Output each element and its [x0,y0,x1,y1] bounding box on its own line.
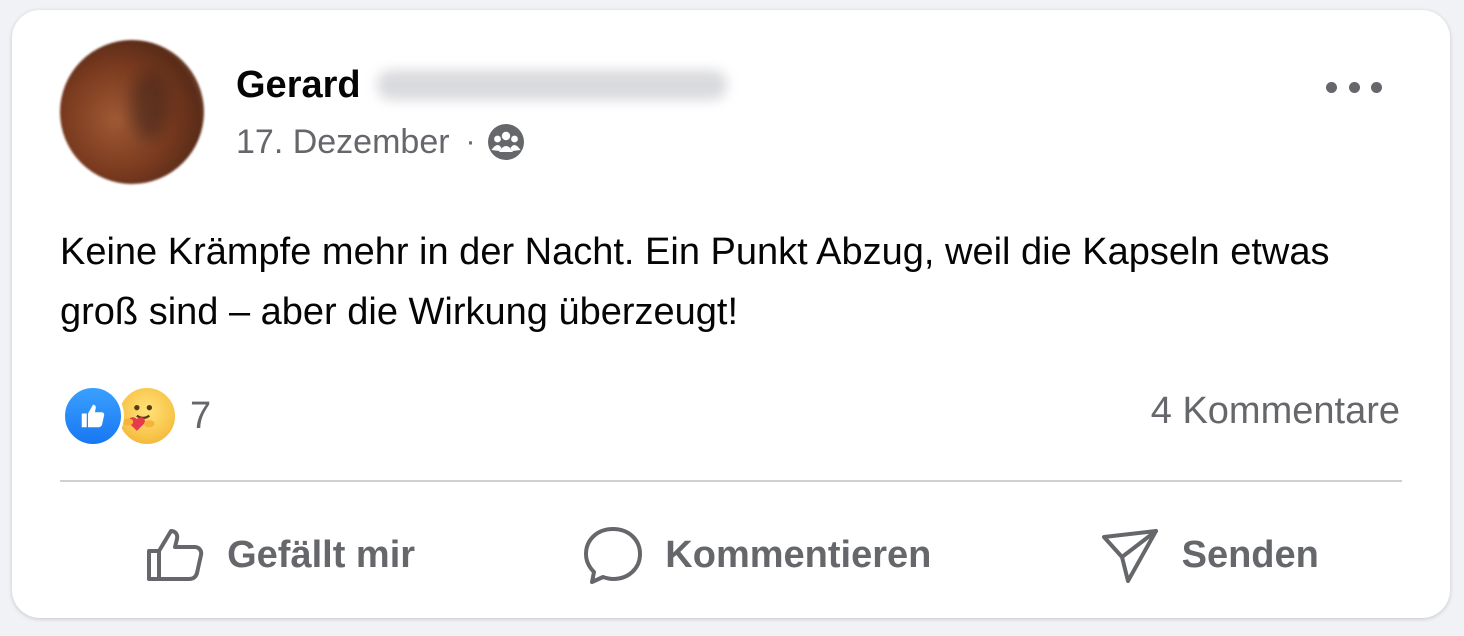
like-reaction-icon [62,385,124,447]
send-button-label: Senden [1181,533,1319,576]
send-button[interactable]: Senden [1078,515,1339,595]
author-name[interactable]: Gerard [236,64,361,107]
reaction-count: 7 [190,394,212,437]
thumbs-up-icon [147,529,204,581]
post-meta: 17. Dezember · [236,118,526,166]
meta-separator: · [465,125,476,158]
more-dot [1371,81,1382,93]
comment-button[interactable]: Kommentieren [561,515,951,595]
like-button[interactable]: Gefällt mir [123,515,435,595]
comment-button-label: Kommentieren [665,533,932,576]
friends-group-icon[interactable] [486,122,526,162]
author-avatar[interactable] [60,40,204,184]
like-button-label: Gefällt mir [227,533,416,576]
more-horizontal-icon [1326,81,1337,93]
post-card: Gerard 17. Dezember · Keine Krämpfe mehr… [12,10,1450,618]
reactions-summary[interactable]: 7 [62,385,212,447]
send-icon [1101,529,1158,583]
post-date[interactable]: 17. Dezember [236,123,450,162]
more-dot [1348,81,1360,93]
divider [60,480,1402,482]
action-bar: Gefällt mir Kommentieren Senden [60,510,1402,600]
more-options-button[interactable] [1326,72,1382,102]
comment-bubble-icon [584,527,643,584]
comments-count-link[interactable]: 4 Kommentare [1151,390,1400,433]
author-row: Gerard [236,60,727,110]
post-text: Keine Krämpfe mehr in der Nacht. Ein Pun… [60,231,1330,333]
author-surname-redacted [376,70,727,100]
care-reaction-icon [116,385,178,447]
